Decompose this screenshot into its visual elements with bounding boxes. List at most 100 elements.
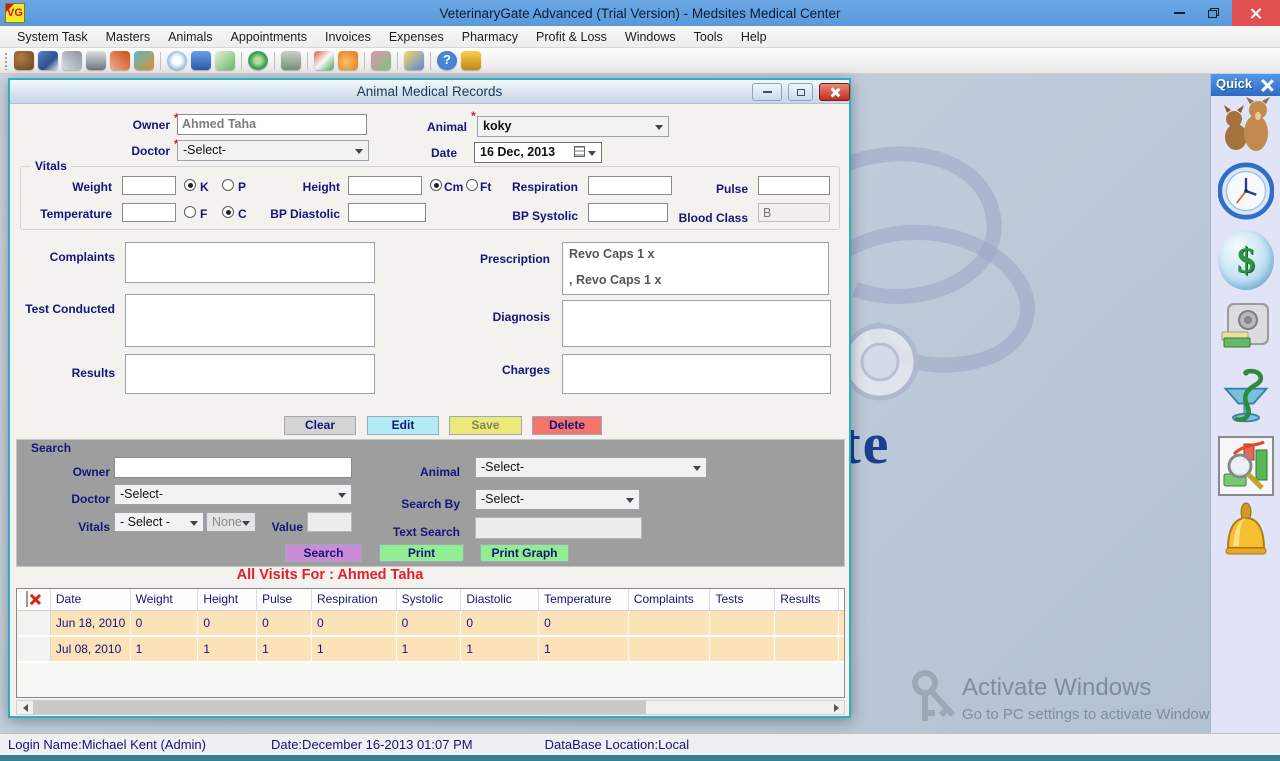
search-value-field[interactable] — [307, 512, 352, 532]
menu-windows[interactable]: Windows — [616, 26, 685, 48]
row-selector[interactable] — [17, 611, 51, 635]
prescription-icon[interactable] — [110, 51, 130, 70]
scrollbar-thumb[interactable] — [33, 701, 646, 714]
animals-icon[interactable] — [14, 51, 34, 70]
quick-close-icon[interactable] — [1260, 78, 1274, 92]
diagnosis-field[interactable] — [562, 300, 831, 347]
menu-expenses[interactable]: Expenses — [380, 26, 453, 48]
print-graph-button[interactable]: Print Graph — [480, 544, 569, 562]
print-button[interactable]: Print — [379, 544, 464, 562]
menu-animals[interactable]: Animals — [159, 26, 221, 48]
delete-row-icon[interactable] — [26, 591, 28, 607]
edit-button[interactable]: Edit — [367, 416, 439, 435]
text-search-field[interactable] — [475, 517, 642, 539]
visit-row[interactable]: Jul 08, 2010 1 1 1 1 1 1 1 — [17, 637, 844, 663]
bp-diastolic-field[interactable] — [348, 203, 426, 222]
invoice-edit-icon[interactable] — [215, 51, 235, 70]
pulse-field[interactable] — [758, 176, 830, 195]
reminders-icon[interactable] — [404, 51, 424, 70]
date-picker[interactable]: 16 Dec, 2013 — [474, 142, 602, 163]
search-doctor-select[interactable]: -Select- — [114, 484, 352, 505]
quick-pets-icon[interactable] — [1218, 97, 1274, 153]
doctor-select[interactable]: -Select- — [177, 140, 369, 161]
invoice-calendar-icon[interactable] — [191, 51, 211, 70]
help-icon[interactable] — [437, 51, 457, 70]
quick-reports-icon[interactable] — [1218, 436, 1274, 496]
quick-cashbox-icon[interactable] — [1218, 302, 1274, 354]
scroll-right-button[interactable] — [828, 701, 844, 714]
activate-windows-watermark: Activate Windows Go to PC settings to ac… — [962, 674, 1221, 723]
complaints-field[interactable] — [125, 242, 375, 283]
minimize-button[interactable] — [1164, 0, 1194, 26]
bell-icon[interactable] — [461, 51, 481, 70]
bp-systolic-field[interactable] — [588, 203, 668, 222]
menu-appointments[interactable]: Appointments — [222, 26, 316, 48]
height-unit-ft-radio[interactable] — [466, 179, 478, 191]
reports-chart-icon[interactable] — [371, 51, 391, 70]
quick-clock-icon[interactable] — [1218, 160, 1274, 222]
respiration-field[interactable] — [588, 176, 672, 195]
horizontal-scrollbar[interactable] — [16, 700, 845, 715]
dialog-maximize-button[interactable] — [788, 83, 813, 101]
menu-help[interactable]: Help — [732, 26, 776, 48]
charges-field[interactable] — [562, 354, 831, 394]
grooming-icon[interactable] — [134, 51, 154, 70]
pharmacy-icon[interactable] — [314, 51, 334, 70]
delete-button[interactable]: Delete — [532, 416, 602, 435]
menu-system-task[interactable]: System Task — [8, 26, 97, 48]
quick-payments-icon[interactable] — [1218, 230, 1274, 290]
clear-button[interactable]: Clear — [284, 416, 356, 435]
quick-bell-icon[interactable] — [1218, 502, 1274, 566]
search-by-select[interactable]: -Select- — [475, 489, 640, 510]
height-field[interactable] — [348, 176, 422, 195]
lab-icon[interactable] — [86, 51, 106, 70]
menu-tools[interactable]: Tools — [685, 26, 732, 48]
results-field[interactable] — [125, 354, 375, 394]
toolbar-separator — [241, 52, 242, 70]
dialog-titlebar[interactable]: Animal Medical Records — [10, 80, 849, 104]
clients-icon[interactable] — [38, 51, 58, 70]
quick-pharmacy-icon[interactable] — [1218, 366, 1274, 430]
menu-masters[interactable]: Masters — [97, 26, 159, 48]
save-button[interactable]: Save — [449, 416, 522, 435]
restore-button[interactable] — [1198, 0, 1228, 26]
animal-select[interactable]: koky — [477, 116, 669, 137]
weight-field[interactable] — [122, 176, 176, 195]
menu-invoices[interactable]: Invoices — [316, 26, 380, 48]
dialog-title: Animal Medical Records — [10, 80, 849, 103]
row-selector[interactable] — [17, 637, 51, 661]
menu-profit-loss[interactable]: Profit & Loss — [527, 26, 616, 48]
dialog-minimize-button[interactable] — [752, 83, 782, 101]
expenses-icon[interactable] — [281, 51, 301, 70]
visit-cell: 0 — [257, 611, 312, 635]
quick-panel-header: Quick — [1211, 74, 1280, 96]
animal-medical-records-dialog: Animal Medical Records Owner * Ahmed Tah… — [8, 78, 851, 718]
owner-field[interactable]: Ahmed Taha — [177, 114, 367, 135]
weight-unit-p-radio[interactable] — [222, 179, 234, 191]
prescription-field[interactable]: Revo Caps 1 x , Revo Caps 1 x — [562, 242, 829, 295]
appointments-clock-icon[interactable] — [167, 51, 187, 70]
payments-dollar-icon[interactable] — [248, 51, 268, 70]
blood-class-field: B — [758, 203, 830, 222]
close-button[interactable] — [1232, 0, 1280, 26]
syringe-icon[interactable] — [62, 51, 82, 70]
weight-unit-k-radio[interactable] — [184, 179, 196, 191]
scroll-left-button[interactable] — [17, 701, 33, 714]
test-conducted-field[interactable] — [125, 294, 375, 347]
search-button[interactable]: Search — [285, 544, 362, 562]
height-unit-cm-radio[interactable] — [430, 179, 442, 191]
temp-unit-c-radio[interactable] — [222, 206, 234, 218]
search-animal-select[interactable]: -Select- — [475, 457, 707, 478]
dialog-close-button[interactable] — [819, 83, 850, 101]
search-vitals-select[interactable]: - Select - — [114, 512, 204, 532]
search-vitals-op-select[interactable]: None — [206, 512, 256, 532]
visit-row[interactable]: Jun 18, 2010 0 0 0 0 0 0 0 — [17, 611, 844, 637]
menu-pharmacy[interactable]: Pharmacy — [453, 26, 527, 48]
search-doctor-label: Doctor — [50, 492, 110, 506]
animal-label: Animal — [407, 120, 467, 134]
results-label: Results — [35, 366, 115, 380]
temperature-field[interactable] — [122, 203, 176, 222]
temp-unit-f-radio[interactable] — [184, 206, 196, 218]
profit-arrow-icon[interactable] — [338, 51, 358, 70]
search-owner-field[interactable] — [114, 457, 352, 478]
